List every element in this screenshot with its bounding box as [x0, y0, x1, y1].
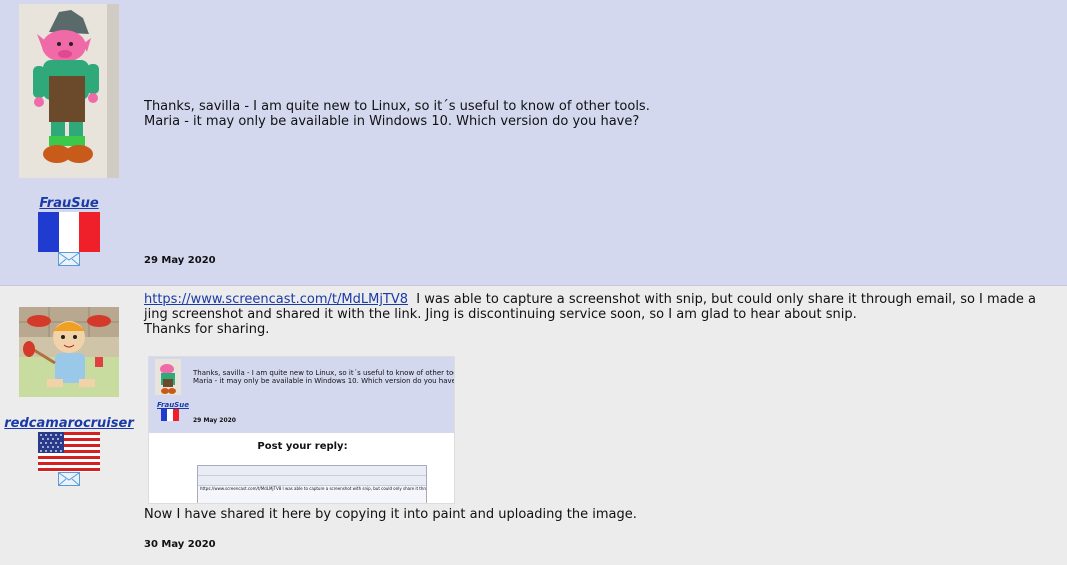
embedded-editor-text: https://www.screencast.com/t/MdLMjTV8 I … [200, 486, 426, 491]
envelope-icon[interactable] [58, 472, 80, 486]
embedded-post-area: Thanks, savilla - I am quite new to Linu… [149, 357, 455, 433]
post-body: Thanks, savilla - I am quite new to Linu… [144, 99, 1059, 129]
post-date: 29 May 2020 [144, 255, 216, 266]
cartoon-girl-avatar[interactable] [19, 307, 119, 397]
post-text-line: jing screenshot and shared it with the l… [144, 307, 857, 322]
post-text-line: Maria - it may only be available in Wind… [144, 114, 640, 129]
username-link[interactable]: FrauSue [0, 196, 138, 211]
embedded-editor: https://www.screencast.com/t/MdLMjTV8 I … [197, 465, 427, 503]
post-text-line: Thanks, savilla - I am quite new to Linu… [144, 99, 650, 114]
embedded-reply-heading: Post your reply: [257, 441, 348, 452]
embedded-avatar [155, 359, 181, 395]
france-flag-icon [38, 212, 100, 252]
post-text-line: Thanks for sharing. [144, 322, 270, 337]
post-text-after-image: Now I have shared it here by copying it … [144, 507, 637, 522]
embedded-text-line: Thanks, savilla - I am quite new to Linu… [193, 369, 455, 377]
envelope-icon[interactable] [58, 252, 80, 266]
post-date: 30 May 2020 [144, 539, 216, 550]
username-link[interactable]: redcamarocruiser [0, 416, 138, 431]
usa-flag-icon [38, 432, 100, 472]
embedded-editor-toolbar [198, 466, 426, 476]
embedded-screenshot-image[interactable]: Thanks, savilla - I am quite new to Linu… [148, 356, 455, 504]
post-frausue: FrauSue Thanks, savilla - I am quite new… [0, 0, 1067, 286]
embedded-editor-toolbar [198, 476, 426, 486]
embedded-username: FrauSue [157, 401, 189, 409]
post-text-line: https://www.screencast.com/t/MdLMjTV8 I … [144, 292, 1059, 307]
embedded-text-line: Maria - it may only be available in Wind… [193, 377, 455, 385]
embedded-flag [161, 409, 179, 421]
post-text: I was able to capture a screenshot with … [408, 292, 1036, 307]
screencast-link[interactable]: https://www.screencast.com/t/MdLMjTV8 [144, 292, 408, 307]
pig-figurine-avatar[interactable] [19, 4, 119, 178]
post-body: https://www.screencast.com/t/MdLMjTV8 I … [144, 292, 1059, 337]
embedded-date: 29 May 2020 [193, 417, 236, 424]
